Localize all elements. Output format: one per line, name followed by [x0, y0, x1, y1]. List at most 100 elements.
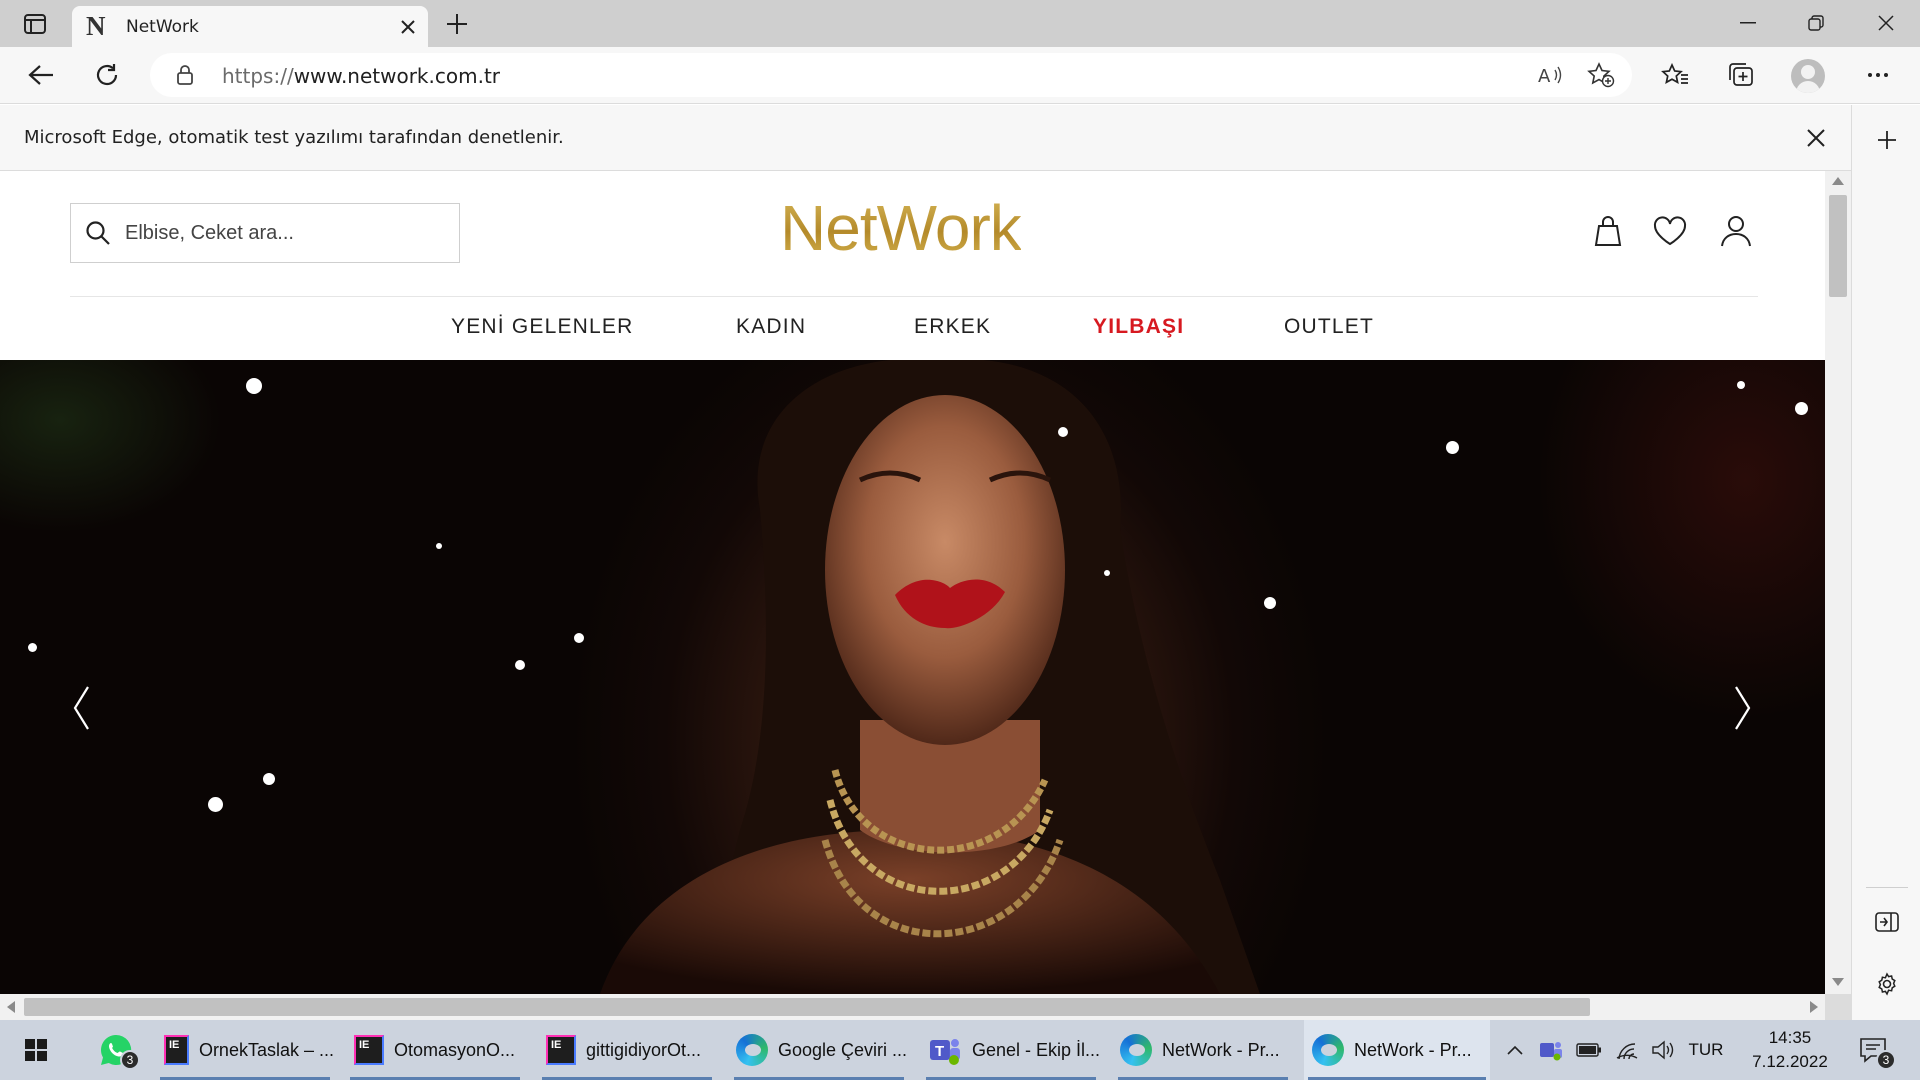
snowflake — [436, 543, 442, 549]
vertical-scrollbar[interactable] — [1825, 171, 1851, 994]
new-tab-icon[interactable] — [440, 9, 474, 39]
avatar-head — [1801, 65, 1815, 79]
snowflake — [1446, 441, 1459, 454]
chevron-right-icon[interactable] — [1728, 678, 1758, 738]
teams-icon: T — [929, 1039, 960, 1065]
hero-portrait-image — [600, 360, 1260, 994]
horizontal-scroll-thumb[interactable] — [24, 998, 1590, 1016]
svg-text:T: T — [935, 1043, 944, 1060]
add-favorite-icon[interactable] — [1584, 61, 1618, 89]
taskbar-item-label: NetWork - Pr... — [1162, 1039, 1280, 1060]
sidebar-add-icon[interactable] — [1870, 123, 1904, 157]
clock-time: 14:35 — [1768, 1028, 1812, 1047]
nav-erkek[interactable]: ERKEK — [914, 315, 991, 339]
taskbar-whatsapp[interactable]: 3 — [88, 1020, 144, 1080]
tab-actions-menu-icon[interactable] — [18, 11, 52, 37]
user-icon[interactable] — [1716, 211, 1756, 251]
page-viewport: NetWork YENİ GELENLER KADIN ERKEK YILBAŞ… — [0, 171, 1825, 994]
chevron-left-icon[interactable] — [66, 678, 96, 738]
restore-icon[interactable] — [1792, 6, 1840, 40]
taskbar-item-label: OtomasyonO... — [394, 1039, 516, 1060]
teams-tray-icon[interactable] — [1534, 1020, 1568, 1080]
scroll-down-icon[interactable] — [1832, 978, 1844, 986]
snowflake — [1058, 427, 1068, 437]
taskbar-item-label: Google Çeviri ... — [778, 1039, 908, 1060]
svg-text:A: A — [1538, 66, 1551, 86]
lock-icon[interactable] — [176, 64, 194, 90]
heart-icon[interactable] — [1650, 211, 1690, 251]
nav-yilbasi[interactable]: YILBAŞI — [1093, 315, 1184, 339]
show-hidden-icons-icon[interactable] — [1500, 1020, 1530, 1080]
taskbar-item-google-ceviri[interactable]: Google Çeviri ... — [730, 1020, 908, 1080]
start-button[interactable] — [14, 1020, 58, 1080]
volume-icon[interactable] — [1646, 1020, 1680, 1080]
taskbar-item-gittigidiyor[interactable]: IE gittigidiyorOt... — [538, 1020, 716, 1080]
notification-badge: 3 — [1876, 1050, 1896, 1070]
clock[interactable]: 14:35 7.12.2022 — [1740, 1026, 1840, 1074]
scroll-corner — [1825, 994, 1851, 1020]
snowflake — [1737, 381, 1745, 389]
sidebar-settings-icon[interactable] — [1870, 967, 1904, 1001]
snowflake — [208, 797, 223, 812]
intellij-icon: IE — [354, 1035, 384, 1065]
sidebar-divider — [1866, 887, 1908, 888]
more-menu-icon[interactable] — [1857, 55, 1899, 95]
notifications-icon[interactable]: 3 — [1850, 1020, 1896, 1080]
profile-avatar[interactable] — [1791, 59, 1825, 93]
edge-sidebar — [1851, 105, 1920, 1025]
url-text[interactable]: https://www.network.com.tr — [222, 64, 500, 88]
scroll-left-icon[interactable] — [7, 1001, 15, 1013]
taskbar-item-label: OrnekTaslak – ... — [198, 1039, 334, 1060]
vertical-scroll-thumb[interactable] — [1829, 195, 1847, 297]
scroll-up-icon[interactable] — [1832, 177, 1844, 185]
collections-icon[interactable] — [1720, 55, 1762, 95]
intellij-icon: IE — [546, 1035, 576, 1065]
refresh-icon[interactable] — [86, 55, 128, 95]
infobar-message: Microsoft Edge, otomatik test yazılımı t… — [24, 127, 564, 148]
nav-kadin[interactable]: KADIN — [736, 315, 806, 339]
taskbar-item-ornektaslak[interactable]: IE OrnekTaslak – ... — [156, 1020, 334, 1080]
infobar-close-icon[interactable] — [1801, 123, 1831, 153]
taskbar-item-network-2[interactable]: NetWork - Pr... — [1304, 1020, 1490, 1080]
language-indicator[interactable]: TUR — [1682, 1020, 1730, 1080]
nav-outlet[interactable]: OUTLET — [1284, 315, 1374, 339]
whatsapp-badge: 3 — [120, 1050, 140, 1070]
horizontal-scrollbar[interactable] — [0, 994, 1825, 1020]
clock-date: 7.12.2022 — [1752, 1052, 1828, 1071]
search-input[interactable] — [125, 218, 445, 248]
minimize-icon[interactable] — [1724, 6, 1772, 40]
automation-infobar: Microsoft Edge, otomatik test yazılımı t… — [0, 105, 1851, 171]
hero-banner[interactable] — [0, 360, 1825, 994]
battery-icon[interactable] — [1572, 1020, 1606, 1080]
snowflake — [574, 633, 584, 643]
tab-close-icon[interactable] — [396, 15, 420, 39]
hide-sidebar-icon[interactable] — [1870, 905, 1904, 939]
site-search-box[interactable] — [70, 203, 460, 263]
taskbar-item-teams[interactable]: T Genel - Ekip İl... — [922, 1020, 1100, 1080]
wifi-icon[interactable] — [1610, 1020, 1644, 1080]
taskbar-item-network-1[interactable]: NetWork - Pr... — [1114, 1020, 1292, 1080]
edge-icon — [1120, 1034, 1152, 1066]
browser-toolbar: https://www.network.com.tr A — [0, 47, 1920, 104]
read-aloud-icon[interactable]: A — [1536, 61, 1566, 89]
windows-logo-icon — [25, 1039, 47, 1061]
windows-taskbar: 3 IE OrnekTaslak – ... IE OtomasyonO... … — [0, 1020, 1920, 1080]
close-window-icon[interactable] — [1862, 6, 1910, 40]
taskbar-item-label: Genel - Ekip İl... — [971, 1039, 1100, 1060]
address-bar[interactable]: https://www.network.com.tr A — [150, 53, 1632, 97]
tab-network[interactable]: N NetWork — [72, 6, 428, 47]
snowflake — [28, 643, 37, 652]
nav-yeni-gelenler[interactable]: YENİ GELENLER — [451, 315, 634, 339]
taskbar-item-otomasyon[interactable]: IE OtomasyonO... — [346, 1020, 524, 1080]
search-icon[interactable] — [85, 220, 111, 250]
edge-icon — [1312, 1034, 1344, 1066]
back-icon[interactable] — [20, 55, 62, 95]
cart-icon[interactable] — [1588, 211, 1628, 251]
avatar-body — [1796, 81, 1820, 93]
edge-icon — [736, 1034, 768, 1066]
snowflake — [1104, 570, 1110, 576]
tab-title: NetWork — [126, 17, 199, 37]
scroll-right-icon[interactable] — [1810, 1001, 1818, 1013]
site-logo[interactable]: NetWork — [780, 191, 1022, 265]
favorites-icon[interactable] — [1654, 55, 1696, 95]
